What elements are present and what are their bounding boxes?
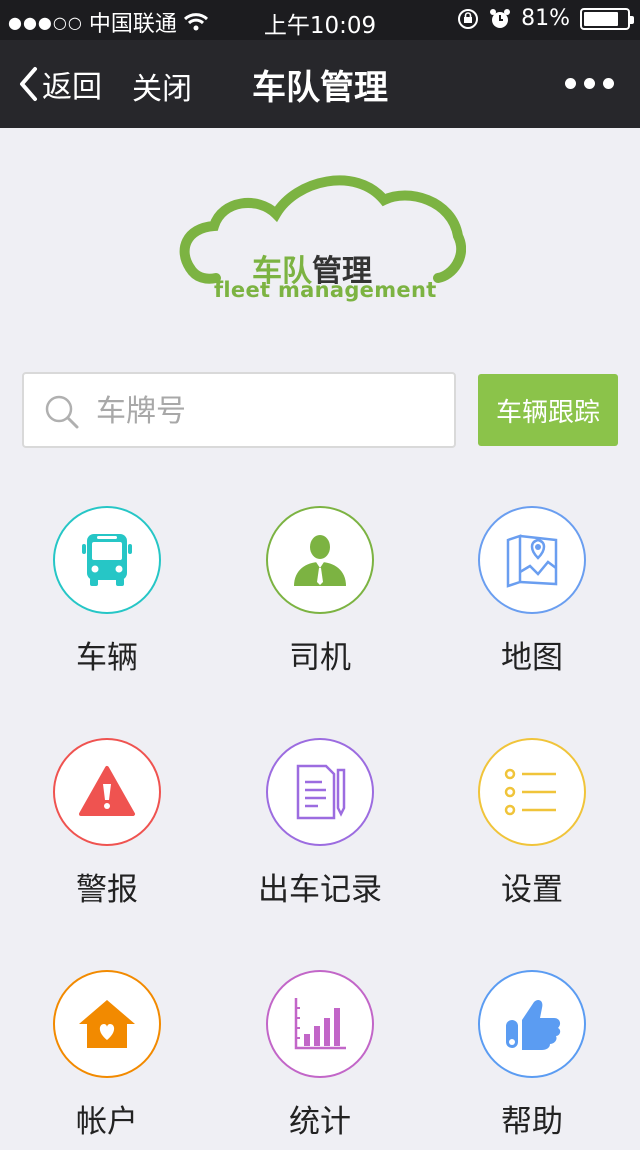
page-title: 车队管理 xyxy=(252,68,388,108)
navigation-bar: 返回 关闭 车队管理 xyxy=(0,40,640,128)
more-dot-icon xyxy=(584,78,595,89)
alert-icon xyxy=(53,738,161,846)
menu-label: 统计 xyxy=(289,1104,351,1140)
menu-label: 警报 xyxy=(76,872,138,908)
menu-label: 车辆 xyxy=(76,640,138,676)
record-icon xyxy=(266,738,374,846)
stats-icon xyxy=(266,970,374,1078)
search-icon xyxy=(45,395,79,429)
account-home-icon xyxy=(53,970,161,1078)
menu-item-help[interactable]: 帮助 xyxy=(432,970,632,1150)
menu-item-map[interactable]: 地图 xyxy=(432,506,632,686)
menu-item-alerts[interactable]: 警报 xyxy=(7,738,207,918)
map-icon xyxy=(478,506,586,614)
more-dot-icon xyxy=(603,78,614,89)
fleet-management-logo: 车队管理 fleet management xyxy=(176,170,466,305)
menu-label: 司机 xyxy=(289,640,351,676)
more-options-button[interactable] xyxy=(565,78,614,89)
plate-number-input[interactable] xyxy=(96,386,436,436)
more-dot-icon xyxy=(565,78,576,89)
menu-label: 地图 xyxy=(501,640,563,676)
alarm-icon xyxy=(490,8,511,28)
rotation-lock-icon xyxy=(458,8,479,29)
menu-item-trip-records[interactable]: 出车记录 xyxy=(220,738,420,918)
menu-label: 出车记录 xyxy=(258,872,382,908)
bus-icon xyxy=(53,506,161,614)
vehicle-tracking-button[interactable]: 车辆跟踪 xyxy=(478,374,618,446)
driver-icon xyxy=(266,506,374,614)
menu-item-settings[interactable]: 设置 xyxy=(432,738,632,918)
logo-subtitle: fleet management xyxy=(214,278,437,302)
plate-search-box[interactable] xyxy=(22,372,456,448)
menu-label: 帮助 xyxy=(501,1104,563,1140)
battery-percent: 81% xyxy=(521,6,570,31)
battery-icon xyxy=(580,7,634,30)
settings-list-icon xyxy=(478,738,586,846)
menu-label: 帐户 xyxy=(76,1104,138,1140)
status-bar: ●●●○○ 中国联通 上午10:09 81% xyxy=(0,0,640,40)
menu-item-account[interactable]: 帐户 xyxy=(7,970,207,1150)
menu-item-drivers[interactable]: 司机 xyxy=(220,506,420,686)
menu-item-statistics[interactable]: 统计 xyxy=(220,970,420,1150)
thumbs-up-icon xyxy=(478,970,586,1078)
menu-label: 设置 xyxy=(501,872,563,908)
menu-item-vehicles[interactable]: 车辆 xyxy=(7,506,207,686)
